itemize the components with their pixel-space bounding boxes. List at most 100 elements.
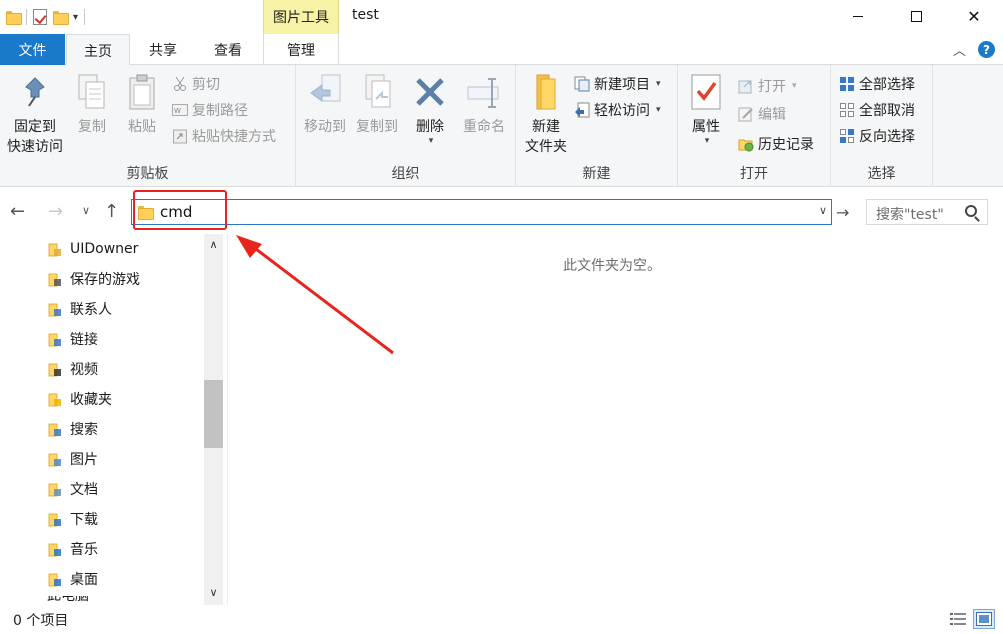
select-all-label: 全部选择 (859, 77, 915, 93)
cut-button[interactable]: 剪切 (172, 73, 220, 95)
go-arrow-icon[interactable]: → (836, 203, 849, 222)
history-button[interactable]: 历史记录 (738, 133, 814, 155)
history-label: 历史记录 (758, 137, 814, 153)
paste-shortcut-icon (172, 128, 188, 144)
nav-item-label: 音乐 (70, 542, 98, 558)
nav-item[interactable]: 收藏夹 (47, 385, 112, 413)
up-icon[interactable]: ↑ (104, 201, 119, 222)
title-bar: ▾ 图片工具 test ✕ (0, 0, 1003, 34)
close-button[interactable]: ✕ (945, 0, 1003, 32)
search-icon[interactable] (965, 205, 977, 217)
edit-label: 编辑 (758, 107, 786, 123)
nav-item-label: 联系人 (70, 302, 112, 318)
new-folder-button[interactable]: 新建 文件夹 (520, 71, 572, 157)
organize-group: 移动到 复制到 删除 ▾ 重命名 组织 (296, 65, 516, 186)
large-icons-view-icon (976, 612, 992, 626)
item-count: 0 个项目 (13, 613, 69, 629)
delete-button[interactable]: 删除 ▾ (410, 71, 450, 146)
edit-button[interactable]: 编辑 (738, 103, 786, 125)
documents-icon (47, 481, 63, 497)
tab-manage[interactable]: 管理 (263, 34, 339, 65)
open-label: 打开 (758, 79, 786, 95)
help-icon[interactable]: ? (978, 41, 995, 58)
easy-access-button[interactable]: 轻松访问 ▾ (574, 99, 661, 121)
invert-selection-label: 反向选择 (859, 129, 915, 145)
pane-divider[interactable] (227, 234, 228, 605)
copy-path-icon: W (172, 102, 188, 118)
tab-home[interactable]: 主页 (66, 34, 130, 66)
nav-item[interactable]: 搜索 (47, 415, 98, 443)
easy-access-label: 轻松访问 (594, 103, 650, 119)
minimize-button[interactable] (829, 0, 887, 32)
pin-label-line1: 固定到 (14, 119, 56, 135)
scroll-down-icon[interactable]: ∨ (204, 584, 223, 601)
properties-icon[interactable] (33, 9, 47, 25)
empty-folder-message: 此文件夹为空。 (563, 258, 661, 274)
recent-locations-icon[interactable]: ∨ (82, 204, 90, 217)
address-dropdown-icon[interactable]: ∨ (819, 204, 827, 217)
nav-item[interactable]: 桌面 (47, 565, 98, 593)
tab-view[interactable]: 查看 (196, 34, 260, 65)
select-group: 全部选择 全部取消 反向选择 选择 (831, 65, 933, 186)
scrollbar-thumb[interactable] (204, 380, 223, 448)
details-view-button[interactable] (947, 609, 969, 629)
back-icon[interactable]: ← (10, 201, 25, 222)
maximize-button[interactable] (887, 0, 945, 32)
tab-file[interactable]: 文件 (0, 34, 65, 65)
copy-button[interactable]: 复制 (70, 71, 114, 137)
search-box[interactable]: 搜索"test" (866, 199, 988, 225)
nav-item[interactable]: 下载 (47, 505, 98, 533)
nav-item-label: UIDowner (70, 241, 139, 257)
maximize-icon (910, 10, 922, 22)
forward-icon[interactable]: → (48, 201, 63, 222)
tab-share[interactable]: 共享 (133, 34, 193, 65)
scroll-up-icon[interactable]: ∧ (204, 236, 223, 253)
desktop-icon (47, 571, 63, 587)
organize-group-label: 组织 (391, 166, 420, 182)
easy-access-dropdown-icon: ▾ (656, 105, 661, 115)
qat-dropdown-icon[interactable]: ▾ (73, 12, 78, 23)
easy-access-icon (574, 102, 590, 118)
delete-dropdown-icon[interactable]: ▾ (429, 137, 434, 146)
new-folder-label-line2: 文件夹 (525, 139, 567, 155)
rename-label: 重命名 (463, 119, 505, 135)
ribbon: 固定到 快速访问 复制 粘贴 剪切 W 复制路径 粘贴快捷方式 剪贴板 移动到 … (0, 65, 1003, 187)
new-folder-icon (526, 71, 566, 113)
nav-item[interactable]: UIDowner (47, 235, 138, 263)
rename-icon (464, 71, 504, 113)
properties-dropdown-icon[interactable]: ▾ (705, 137, 710, 146)
select-none-label: 全部取消 (859, 103, 915, 119)
nav-item[interactable]: 联系人 (47, 295, 112, 323)
paste-shortcut-button[interactable]: 粘贴快捷方式 (172, 125, 276, 147)
nav-item[interactable]: 链接 (47, 325, 98, 353)
folder-icon[interactable] (6, 11, 22, 25)
copy-to-button[interactable]: 复制到 (352, 71, 402, 137)
quick-access-toolbar: ▾ (6, 6, 86, 28)
move-to-button[interactable]: 移动到 (300, 71, 350, 137)
open-button[interactable]: 打开 ▾ (738, 75, 797, 97)
nav-scrollbar[interactable]: ∧ ∨ (204, 234, 223, 605)
copy-path-button[interactable]: W 复制路径 (172, 99, 248, 121)
select-all-button[interactable]: 全部选择 (839, 73, 915, 95)
nav-item[interactable]: 视频 (47, 355, 98, 383)
minimize-icon (853, 15, 863, 17)
large-icons-view-button[interactable] (973, 609, 995, 629)
rename-button[interactable]: 重命名 (456, 71, 512, 137)
select-none-button[interactable]: 全部取消 (839, 99, 915, 121)
chevron-up-icon[interactable]: ︿ (953, 40, 966, 59)
address-bar[interactable]: cmd ∨ (131, 199, 832, 225)
nav-item[interactable]: 文档 (47, 475, 98, 503)
downloads-icon (47, 511, 63, 527)
properties-button[interactable]: 属性 ▾ (684, 71, 728, 146)
new-item-button[interactable]: 新建项目 ▾ (574, 73, 661, 95)
paste-icon (122, 71, 162, 113)
nav-item[interactable]: 保存的游戏 (47, 265, 140, 293)
nav-item-label: 收藏夹 (70, 392, 112, 408)
paste-button[interactable]: 粘贴 (120, 71, 164, 137)
pin-to-quick-access-button[interactable]: 固定到 快速访问 (4, 71, 66, 157)
new-folder-icon[interactable] (53, 11, 69, 25)
open-group-label: 打开 (740, 166, 768, 182)
nav-item[interactable]: 音乐 (47, 535, 98, 563)
nav-item[interactable]: 图片 (47, 445, 98, 473)
invert-selection-button[interactable]: 反向选择 (839, 125, 915, 147)
